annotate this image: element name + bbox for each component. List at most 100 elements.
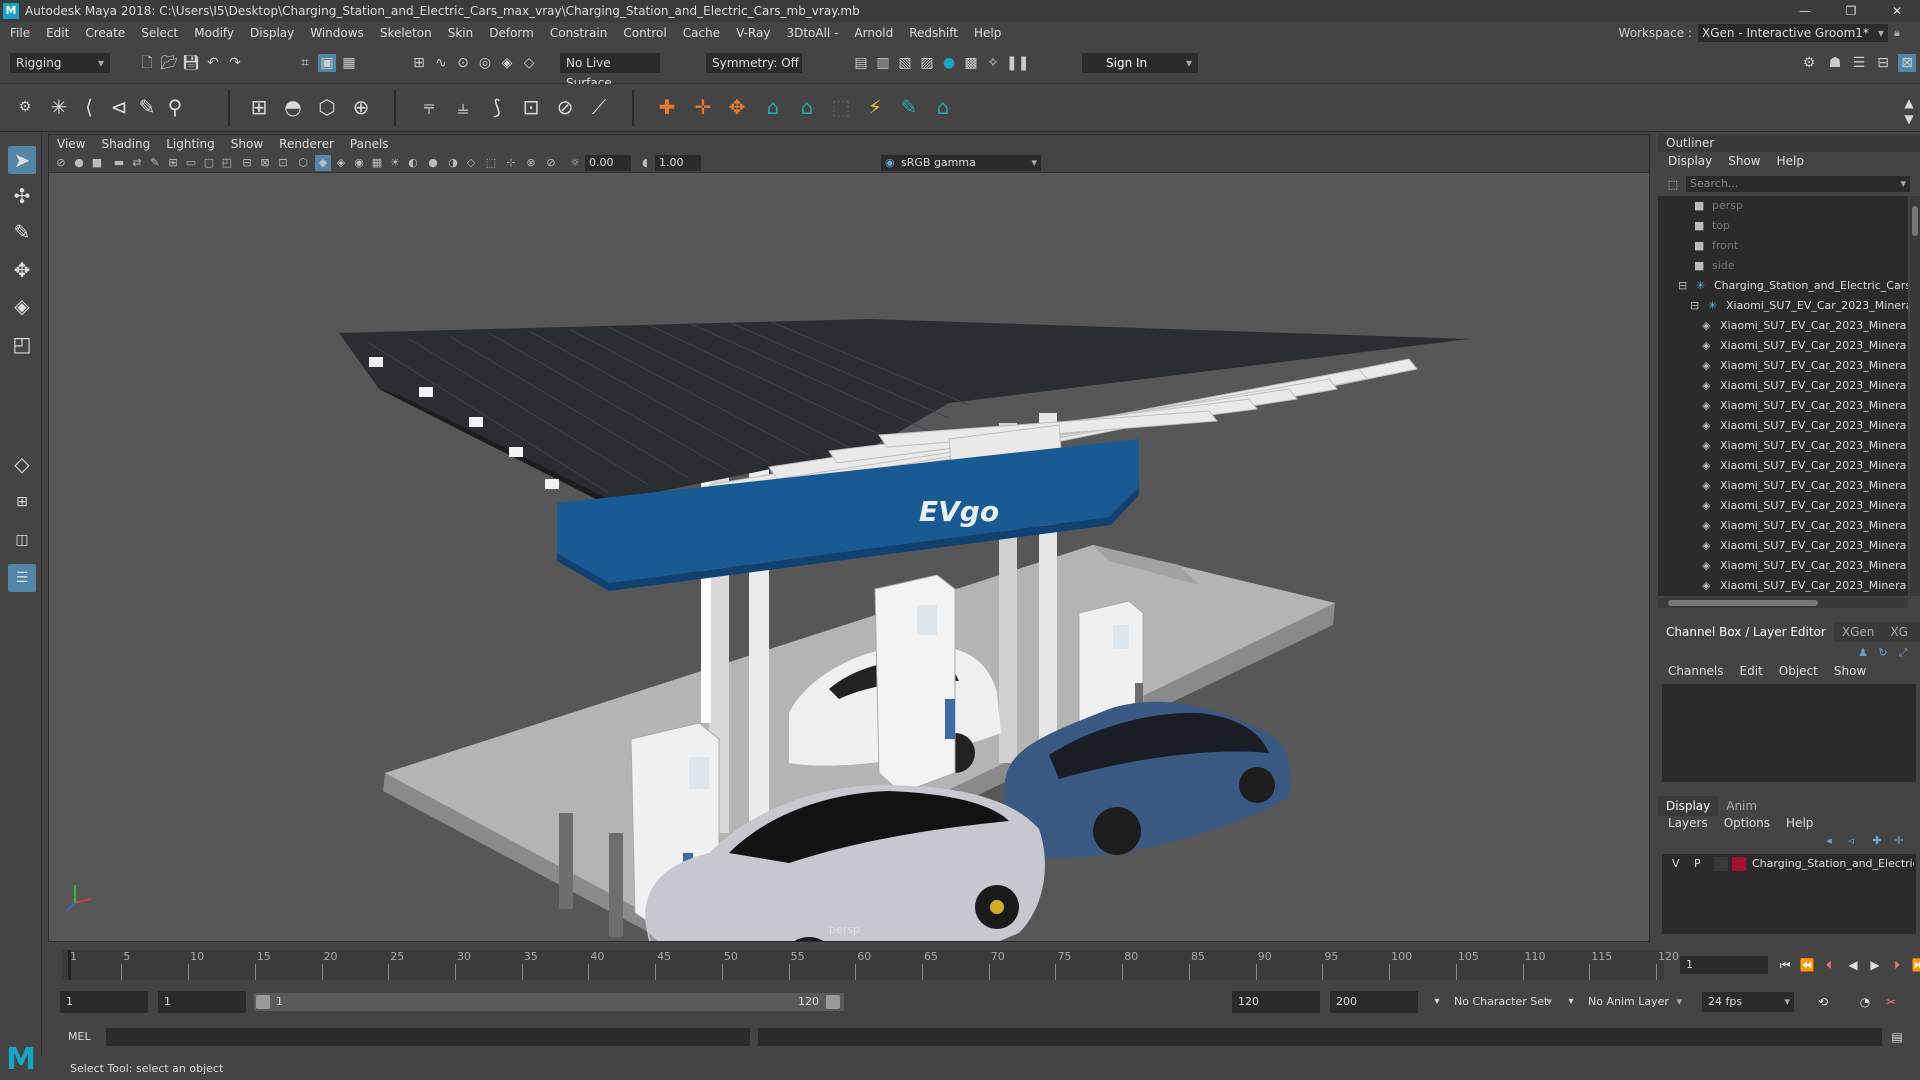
lock-icon[interactable]: 🔒︎ <box>1894 26 1908 40</box>
shadows-icon[interactable]: ◐ <box>405 155 421 171</box>
outliner-group-root[interactable]: ⊟ ✳ Charging_Station_and_Electric_Cars_m <box>1678 276 1908 296</box>
viewport-persp[interactable]: View Shading Lighting Show Renderer Pane… <box>48 134 1650 942</box>
film-gate-icon[interactable]: ▭ <box>183 155 199 171</box>
outliner-mesh-item[interactable]: ◈ Xiaomi_SU7_EV_Car_2023_Minera <box>1702 436 1908 456</box>
outliner-layout-icon[interactable]: ☰ <box>8 564 36 592</box>
viewport-menu-view[interactable]: View <box>57 137 85 151</box>
image-plane-icon[interactable]: ▬ <box>111 155 127 171</box>
xgen-groom-icon[interactable]: ⌂ <box>794 94 820 120</box>
snap-grid-icon[interactable]: ⊞ <box>410 54 428 72</box>
tab-display-layers[interactable]: Display <box>1658 796 1719 816</box>
bind-skin-icon[interactable]: ⊞ <box>246 94 272 120</box>
select-object-icon[interactable]: ▣ <box>318 54 336 72</box>
tab-anim-layers[interactable]: Anim <box>1718 796 1765 816</box>
menu-modify[interactable]: Modify <box>194 26 234 40</box>
snap-view-icon[interactable]: ◎ <box>476 54 494 72</box>
script-language-toggle[interactable]: MEL <box>68 1028 91 1046</box>
viewport-menu-lighting[interactable]: Lighting <box>166 137 215 151</box>
channel-object-menu[interactable]: Object <box>1779 664 1818 678</box>
grease-pencil-icon[interactable]: ✎ <box>147 155 163 171</box>
humanik-icon[interactable]: ☗ <box>1826 54 1844 72</box>
outliner-mesh-item[interactable]: ◈ Xiaomi_SU7_EV_Car_2023_Minera <box>1702 556 1908 576</box>
xray-icon[interactable]: ⊹ <box>503 155 519 171</box>
field-chart-icon[interactable]: ⊟ <box>239 155 255 171</box>
paint-weights-icon[interactable]: ✎ <box>134 94 160 120</box>
channels-menu[interactable]: Channels <box>1668 664 1724 678</box>
joint-orient-icon[interactable]: ✛ <box>690 94 716 120</box>
select-camera-icon[interactable]: ⊘ <box>53 155 69 171</box>
outliner-camera-top[interactable]: ■ top <box>1694 216 1730 236</box>
menu-skeleton[interactable]: Skeleton <box>380 26 432 40</box>
menu-deform[interactable]: Deform <box>489 26 534 40</box>
new-scene-icon[interactable]: 🗋 <box>138 54 156 72</box>
blend-shape-icon[interactable]: ⚡︎ <box>862 94 888 120</box>
motion-blur-icon[interactable]: ◑ <box>445 155 461 171</box>
step-forward-frame-icon[interactable]: ⏩ <box>1910 956 1920 974</box>
tab-xg[interactable]: XG <box>1882 622 1916 642</box>
pause-icon[interactable]: ❚❚ <box>1006 54 1029 72</box>
render-settings-icon[interactable]: ▨ <box>918 54 936 72</box>
vray-icon[interactable]: ✧ <box>984 54 1002 72</box>
current-frame-field[interactable]: 1 <box>1680 956 1768 974</box>
outliner-mesh-item[interactable]: ◈ Xiaomi_SU7_EV_Car_2023_Minera <box>1702 316 1908 336</box>
menu-vray[interactable]: V-Ray <box>736 26 770 40</box>
collapse-icon[interactable]: ⊟ <box>1690 296 1704 316</box>
default-material-icon[interactable]: ◉ <box>351 155 367 171</box>
auto-key-icon[interactable]: ◔ <box>1856 993 1874 1011</box>
camera-attributes-icon[interactable]: ● <box>71 155 87 171</box>
outliner-camera-side[interactable]: ■ side <box>1694 256 1735 276</box>
viewport-menu-shading[interactable]: Shading <box>101 137 150 151</box>
outliner-horizontal-scrollbar[interactable] <box>1658 598 1908 608</box>
single-perspective-icon[interactable]: ◇ <box>8 450 36 478</box>
character-set-arrow-icon[interactable]: ▾ <box>1428 993 1446 1011</box>
animation-preferences-icon[interactable]: ✂ <box>1882 993 1900 1011</box>
menu-redshift[interactable]: Redshift <box>909 26 958 40</box>
outliner-mesh-item[interactable]: ◈ Xiaomi_SU7_EV_Car_2023_Minera <box>1702 576 1908 596</box>
screen-space-ao-icon[interactable]: ● <box>425 155 441 171</box>
outliner-mesh-item[interactable]: ◈ Xiaomi_SU7_EV_Car_2023_Minera <box>1702 416 1908 436</box>
outliner-mesh-item[interactable]: ◈ Xiaomi_SU7_EV_Car_2023_Minera <box>1702 476 1908 496</box>
exposure-field[interactable]: 0.00 <box>585 155 631 171</box>
safe-action-icon[interactable]: ⊠ <box>257 155 273 171</box>
scrollbar-thumb[interactable] <box>1912 206 1918 236</box>
pole-vector-icon[interactable]: ⟋ <box>586 94 612 120</box>
gate-mask-icon[interactable]: ◰ <box>219 155 235 171</box>
range-start-handle[interactable] <box>256 995 270 1009</box>
paint-select-tool-icon[interactable]: ✎ <box>8 218 36 246</box>
outliner-filter-icon[interactable]: ⬚ <box>1664 176 1682 194</box>
current-time-marker[interactable] <box>68 950 71 980</box>
collapse-icon[interactable]: ⊟ <box>1678 276 1692 296</box>
cluster-icon[interactable]: ◓ <box>280 94 306 120</box>
move-layer-up-icon[interactable]: ◂ <box>1820 832 1838 850</box>
locator-icon[interactable]: ✚ <box>654 94 680 120</box>
new-layer-selected-icon[interactable]: ✛ <box>1890 832 1908 850</box>
live-surface-field[interactable]: No Live Surface <box>560 53 660 90</box>
channel-box-refresh-icon[interactable]: ↻ <box>1874 644 1892 662</box>
ipr-render-icon[interactable]: ▧ <box>896 54 914 72</box>
outliner-menu-help[interactable]: Help <box>1777 154 1804 168</box>
snap-point-icon[interactable]: ⊙ <box>454 54 472 72</box>
layer-display-type[interactable] <box>1714 857 1728 871</box>
tab-channel-box[interactable]: Channel Box / Layer Editor <box>1658 622 1834 642</box>
xgen-interactive-icon[interactable]: ⌂ <box>930 94 956 120</box>
menu-set-dropdown[interactable]: Rigging <box>10 53 110 73</box>
step-back-key-icon[interactable]: ⏴ <box>1820 956 1838 974</box>
color-space-dropdown[interactable]: sRGB gamma <box>881 155 1041 171</box>
script-editor-icon[interactable]: ▤ <box>1888 1028 1906 1046</box>
mirror-joint-icon[interactable]: ⚲ <box>162 94 188 120</box>
layer-playback-toggle[interactable]: P <box>1694 854 1701 874</box>
outliner-mesh-item[interactable]: ◈ Xiaomi_SU7_EV_Car_2023_Minera <box>1702 356 1908 376</box>
xray-components-icon[interactable]: ⊘ <box>543 155 559 171</box>
wireframe-icon[interactable]: ⬡ <box>295 155 311 171</box>
scale-tool-icon[interactable]: ◰ <box>8 330 36 358</box>
move-tool-icon[interactable]: ✥ <box>8 256 36 284</box>
layer-help-menu[interactable]: Help <box>1786 816 1813 830</box>
tab-xgen[interactable]: XGen <box>1834 622 1883 642</box>
textured-icon[interactable]: ▦ <box>369 155 385 171</box>
four-view-layout-icon[interactable]: ⊞ <box>8 488 36 516</box>
animation-start-field[interactable]: 1 <box>60 991 148 1013</box>
2d-pan-zoom-icon[interactable]: ⇄ <box>129 155 145 171</box>
save-scene-icon[interactable]: 💾︎ <box>182 54 200 72</box>
outliner-mesh-item[interactable]: ◈ Xiaomi_SU7_EV_Car_2023_Minera <box>1702 516 1908 536</box>
ik-spline-icon[interactable]: ⊲ <box>106 94 132 120</box>
